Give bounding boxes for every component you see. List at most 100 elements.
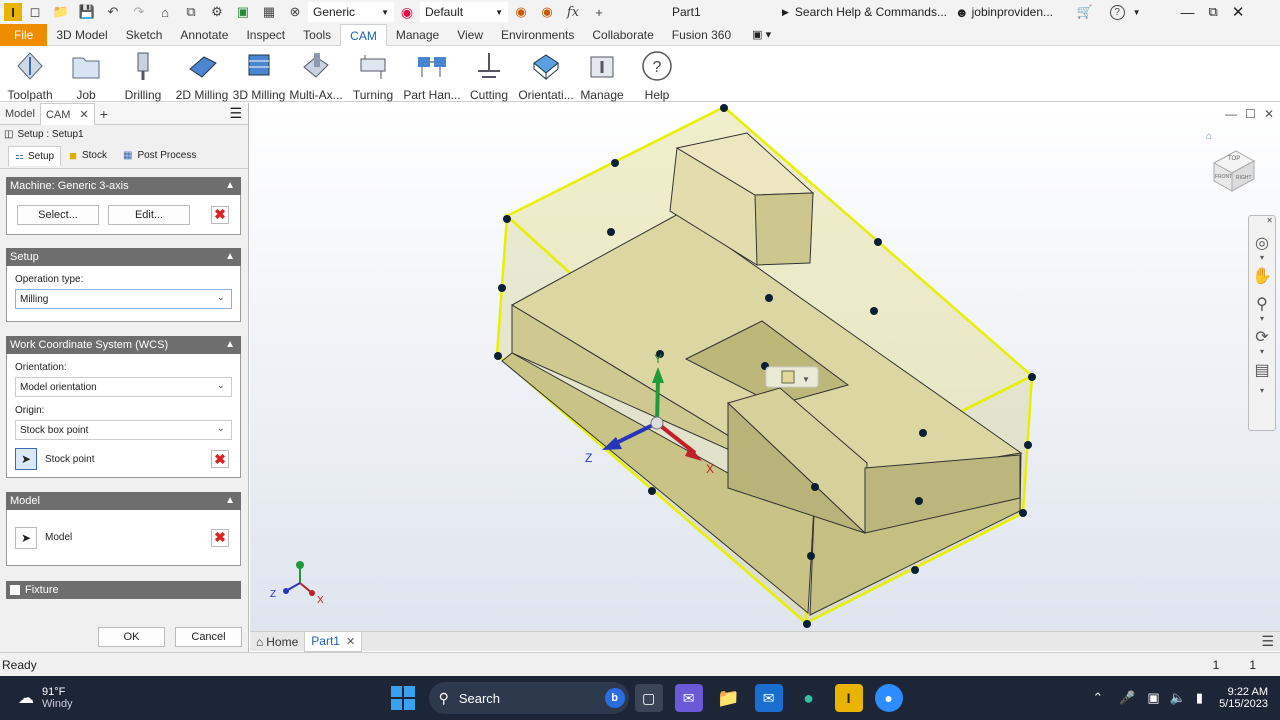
drilling-button[interactable]: Drilling bbox=[112, 46, 174, 102]
tab-inspect[interactable]: Inspect bbox=[237, 24, 294, 46]
update-icon[interactable]: ▦ bbox=[260, 3, 278, 21]
edge-icon[interactable]: ● bbox=[795, 684, 823, 712]
doc-tab-part1[interactable]: Part1 ✕ bbox=[304, 631, 363, 652]
viewcube[interactable]: TOP FRONT RIGHT bbox=[1210, 147, 1256, 193]
cancel-icon[interactable]: ⊗ bbox=[286, 3, 304, 21]
model-header[interactable]: Model ▲ bbox=[6, 492, 241, 510]
tab-model[interactable]: Model bbox=[0, 103, 40, 125]
task-view-icon[interactable]: ▢ bbox=[634, 684, 663, 712]
expand-search-icon[interactable]: ▶ bbox=[782, 7, 789, 18]
appearance-dropdown[interactable]: Default ▼ bbox=[420, 2, 508, 22]
open-folder-icon[interactable]: 📁 bbox=[52, 3, 70, 21]
taskbar-search[interactable]: ⚲ Search b bbox=[428, 682, 629, 714]
tab-fusion-360[interactable]: Fusion 360 bbox=[663, 24, 740, 46]
pan-icon[interactable]: ✋ bbox=[1252, 266, 1272, 286]
graphics-viewport[interactable]: X Y Z ▼ Z X — ☐ ✕ ⌂ TOP FRONT RIGHT ✕ ◎ … bbox=[250, 103, 1280, 631]
tab-tools[interactable]: Tools bbox=[294, 24, 340, 46]
steering-wheel-icon[interactable]: ◎ bbox=[1255, 233, 1269, 253]
look-at-icon[interactable]: ▤ bbox=[1254, 360, 1269, 380]
mail-icon[interactable]: ✉ bbox=[754, 684, 783, 712]
minimize-view-icon[interactable]: — bbox=[1225, 107, 1237, 121]
multi-axis-button[interactable]: Multi-Ax... bbox=[288, 46, 344, 102]
display-icon[interactable]: ▣ bbox=[1147, 690, 1159, 706]
help-search[interactable]: Search Help & Commands... bbox=[795, 5, 955, 19]
material-dropdown[interactable]: Generic ▼ bbox=[308, 2, 394, 22]
fixture-header[interactable]: Fixture bbox=[6, 581, 241, 599]
clear-override-icon[interactable]: ◉ bbox=[538, 3, 556, 21]
app-logo[interactable]: I bbox=[4, 3, 22, 21]
edit-machine-button[interactable]: Edit... bbox=[108, 204, 190, 225]
close-navbar-icon[interactable]: ✕ bbox=[1266, 216, 1273, 225]
close-icon[interactable]: ✕ bbox=[1232, 3, 1245, 21]
redo-icon[interactable]: ↷ bbox=[130, 3, 148, 21]
stock-point-picker[interactable]: ➤ bbox=[15, 448, 37, 470]
tab-file[interactable]: File bbox=[0, 23, 48, 46]
origin-select[interactable]: Stock box point ⌄ bbox=[15, 420, 232, 440]
maximize-view-icon[interactable]: ☐ bbox=[1245, 107, 1256, 121]
tray-overflow-icon[interactable]: ⌃ bbox=[1092, 690, 1103, 706]
user-name[interactable]: jobinproviden... bbox=[972, 5, 1072, 19]
zoom-icon[interactable]: ⚲ bbox=[1256, 294, 1268, 314]
subtab-setup[interactable]: ⚏ Setup bbox=[8, 145, 62, 166]
panel-menu-icon[interactable]: ☰ bbox=[229, 105, 242, 122]
turning-button[interactable]: Turning bbox=[344, 46, 402, 102]
start-button[interactable] bbox=[390, 686, 415, 710]
cutting-button[interactable]: Cutting bbox=[462, 46, 516, 102]
tab-cam-browser[interactable]: CAM ✕ bbox=[39, 102, 95, 125]
orientation-select[interactable]: Model orientation ⌄ bbox=[15, 377, 232, 397]
home-icon[interactable]: ⌂ bbox=[156, 3, 174, 21]
subtab-post-process[interactable]: ▦ Post Process bbox=[115, 146, 204, 165]
file-explorer-icon[interactable]: 📁 bbox=[715, 684, 743, 712]
home-view-icon[interactable]: ⌂ bbox=[1206, 131, 1212, 142]
color-override-icon[interactable]: ◉ bbox=[512, 3, 530, 21]
wcs-header[interactable]: Work Coordinate System (WCS) ▲ bbox=[6, 336, 241, 354]
help-icon[interactable]: ? bbox=[1109, 4, 1125, 20]
subtab-stock[interactable]: ■ Stock bbox=[61, 144, 115, 167]
chevron-down-icon[interactable]: ▾ bbox=[1260, 347, 1264, 356]
fixture-checkbox[interactable] bbox=[10, 585, 20, 595]
job-button[interactable]: Job bbox=[60, 46, 112, 102]
fx-parameters-icon[interactable]: fx bbox=[564, 3, 582, 21]
model-picker[interactable]: ➤ bbox=[15, 526, 37, 549]
doc-tab-home[interactable]: ⌂ Home bbox=[250, 635, 304, 649]
tab-environments[interactable]: Environments bbox=[492, 24, 583, 46]
add-tab-icon[interactable]: + bbox=[95, 103, 113, 125]
select-machine-button[interactable]: Select... bbox=[17, 204, 99, 225]
minimize-icon[interactable]: — bbox=[1181, 4, 1195, 20]
clear-model-icon[interactable]: ✖ bbox=[211, 528, 229, 547]
weather-widget[interactable]: ☁ 91°F Windy bbox=[18, 686, 73, 710]
orientation-button[interactable]: Orientati... bbox=[516, 46, 576, 102]
volume-icon[interactable]: 🔈 bbox=[1170, 690, 1186, 706]
tab-manage[interactable]: Manage bbox=[387, 24, 448, 46]
toolpath-button[interactable]: Toolpath bbox=[0, 46, 60, 102]
inventor-app-icon[interactable]: I bbox=[834, 684, 863, 712]
clock[interactable]: 9:22 AM 5/15/2023 bbox=[1219, 686, 1268, 710]
tab-sketch[interactable]: Sketch bbox=[117, 24, 172, 46]
chevron-down-icon[interactable]: ▼ bbox=[1133, 8, 1141, 17]
mini-toolbar[interactable]: ▼ bbox=[765, 366, 819, 388]
tab-view[interactable]: View bbox=[448, 24, 492, 46]
zoom-app-icon[interactable]: ● bbox=[874, 684, 903, 712]
measure-icon[interactable]: ⚙ bbox=[208, 3, 226, 21]
tab-collaborate[interactable]: Collaborate bbox=[583, 24, 662, 46]
new-file-icon[interactable]: ◻ bbox=[26, 3, 44, 21]
orbit-icon[interactable]: ⟳ bbox=[1255, 327, 1268, 347]
part-handling-button[interactable]: Part Han... bbox=[402, 46, 462, 102]
help-button[interactable]: ? Help bbox=[628, 46, 686, 102]
cancel-button[interactable]: Cancel bbox=[175, 627, 242, 647]
close-icon[interactable]: ✕ bbox=[346, 635, 355, 648]
user-icon[interactable]: ☻ bbox=[955, 5, 969, 20]
close-tab-icon[interactable]: ✕ bbox=[79, 109, 88, 121]
expand-navbar-icon[interactable]: ▾ bbox=[1260, 386, 1264, 395]
save-icon[interactable]: 💾 bbox=[78, 3, 96, 21]
tab-3d-model[interactable]: 3D Model bbox=[47, 24, 116, 46]
2d-milling-button[interactable]: 2D Milling bbox=[174, 46, 230, 102]
battery-icon[interactable]: ▮ bbox=[1196, 690, 1203, 706]
cart-icon[interactable]: 🛒 bbox=[1076, 3, 1094, 21]
copy-icon[interactable]: ⧉ bbox=[182, 3, 200, 21]
operation-type-select[interactable]: Milling ⌄ bbox=[15, 289, 232, 309]
select-filter-icon[interactable]: ▣ bbox=[234, 3, 252, 21]
tab-cam[interactable]: CAM bbox=[340, 23, 387, 46]
chevron-down-icon[interactable]: ▾ bbox=[1260, 314, 1264, 323]
3d-milling-button[interactable]: 3D Milling bbox=[230, 46, 288, 102]
